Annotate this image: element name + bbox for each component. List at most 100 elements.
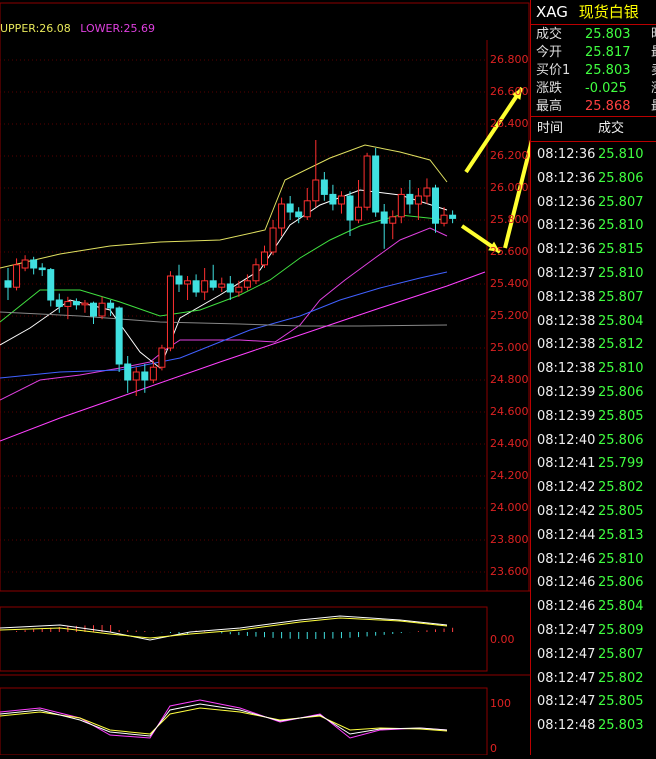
price-axis-tick: 26.600 <box>490 85 529 98</box>
candlestick-chart-area[interactable]: UPPER:26.08 LOWER:25.69 26.800 26.600 26.4… <box>0 0 547 756</box>
quote-row: 成交 25.803 昨 <box>531 25 656 44</box>
tick-price: 25.807 <box>598 194 644 210</box>
tick-row: 08:12:46 25.806 <box>531 572 656 594</box>
tick-row: 08:12:42 25.802 <box>531 477 656 499</box>
tick-row: 08:12:36 25.815 <box>531 239 656 261</box>
quote-value: 25.817 <box>585 45 631 60</box>
tick-row: 08:12:47 25.805 <box>531 691 656 713</box>
tick-price: 25.813 <box>598 527 644 543</box>
tick-row: 08:12:48 25.803 <box>531 715 656 737</box>
candle-body <box>124 363 132 381</box>
tick-price: 25.804 <box>598 599 644 615</box>
tick-price: 25.802 <box>598 670 644 686</box>
candle-body <box>261 251 268 266</box>
candle-body <box>243 280 251 288</box>
tick-row: 08:12:38 25.804 <box>531 311 656 333</box>
quote-label: 今开 <box>536 45 563 60</box>
candle-body <box>363 155 371 208</box>
price-axis-tick: 24.400 <box>490 437 529 450</box>
kdj-frame <box>0 687 488 756</box>
tick-price: 25.805 <box>598 694 644 710</box>
candle-body <box>72 301 80 306</box>
price-axis-tick: 26.400 <box>490 117 529 130</box>
candle-body <box>423 187 431 197</box>
candle-body <box>209 280 217 288</box>
candle-body <box>269 227 277 253</box>
candle-body <box>192 280 200 293</box>
boll-upper-label: UPPER:26.08 <box>0 22 71 35</box>
candle-body <box>175 275 183 285</box>
candle-body <box>55 299 63 307</box>
tick-row: 08:12:41 25.799 <box>531 453 656 475</box>
tick-time: 08:12:41 <box>537 456 596 472</box>
candle-body <box>432 187 439 224</box>
tick-row: 08:12:37 25.810 <box>531 263 656 285</box>
candle-body <box>252 264 260 282</box>
quote-panel: XAG 现货白银 成交25.803昨今开25.817最买价125.803卖涨跌-… <box>530 0 656 755</box>
tick-row: 08:12:39 25.805 <box>531 406 656 428</box>
tick-time: 08:12:42 <box>537 480 596 496</box>
main-frame <box>0 2 530 592</box>
price-axis-tick: 25.800 <box>490 213 529 226</box>
candle-body <box>355 206 363 221</box>
candle-body <box>149 366 157 381</box>
ma-short <box>0 189 448 369</box>
tick-row: 08:12:36 25.810 <box>531 144 656 166</box>
candle-body <box>38 267 46 271</box>
quote-label: 最高 <box>536 99 563 114</box>
trend-line <box>0 271 486 442</box>
quote-value: -0.025 <box>585 81 627 96</box>
tick-price: 25.810 <box>598 361 644 377</box>
tick-row: 08:12:38 25.812 <box>531 334 656 356</box>
price-axis-tick: 24.800 <box>490 373 529 386</box>
tick-time: 08:12:36 <box>537 194 596 210</box>
tick-time: 08:12:38 <box>537 361 596 377</box>
quote-value: 25.803 <box>585 63 631 78</box>
macd-dea <box>0 617 448 639</box>
quote-row: 今开 25.817 最 <box>531 43 656 62</box>
quote-trunc: 涨 <box>651 79 656 98</box>
candle-body <box>235 286 243 293</box>
tick-row: 08:12:46 25.804 <box>531 596 656 618</box>
kdj-k <box>0 703 448 737</box>
candle-body <box>329 193 337 205</box>
quote-row: 买价1 25.803 卖 <box>531 61 656 80</box>
price-axis-tick: 25.000 <box>490 341 529 354</box>
candle-body <box>303 200 311 218</box>
tick-price: 25.805 <box>598 408 644 424</box>
candle-body <box>389 216 397 224</box>
tick-time: 08:12:47 <box>537 646 596 662</box>
chart-canvas[interactable] <box>0 0 547 756</box>
tick-row: 08:12:39 25.806 <box>531 382 656 404</box>
tick-time: 08:12:46 <box>537 551 596 567</box>
macd-frame <box>0 606 488 672</box>
tick-row: 08:12:47 25.809 <box>531 620 656 642</box>
candle-body <box>81 302 89 306</box>
quote-row: 最高 25.868 最 <box>531 97 656 116</box>
tick-time: 08:12:38 <box>537 313 596 329</box>
candle-body <box>286 203 294 213</box>
instrument-code: XAG <box>536 3 568 21</box>
tick-row: 08:12:38 25.807 <box>531 287 656 309</box>
tick-time: 08:12:36 <box>537 147 596 162</box>
candle-body <box>337 195 345 205</box>
tick-time: 08:12:38 <box>537 337 596 353</box>
candle-body <box>397 193 405 218</box>
tick-price: 25.810 <box>598 218 644 234</box>
tick-price: 25.807 <box>598 646 644 662</box>
candle-body <box>13 264 21 288</box>
instrument-name: 现货白银 <box>578 3 639 21</box>
candle-body <box>132 371 140 381</box>
boll-legend: UPPER:26.08 LOWER:25.69 <box>0 22 155 35</box>
ticks-header-price: 成交 <box>598 121 625 136</box>
kdj-axis-tick: 0 <box>490 742 497 755</box>
quote-value: 25.868 <box>585 99 631 114</box>
ticks-header: 时间 成交 <box>531 116 656 142</box>
ma-flat <box>0 311 448 327</box>
tick-price: 25.810 <box>598 266 644 281</box>
tick-row: 08:12:47 25.807 <box>531 644 656 666</box>
candle-body <box>440 214 448 224</box>
tick-price: 25.810 <box>598 147 644 162</box>
candle-body <box>218 283 226 288</box>
quote-trunc: 昨 <box>651 25 656 44</box>
